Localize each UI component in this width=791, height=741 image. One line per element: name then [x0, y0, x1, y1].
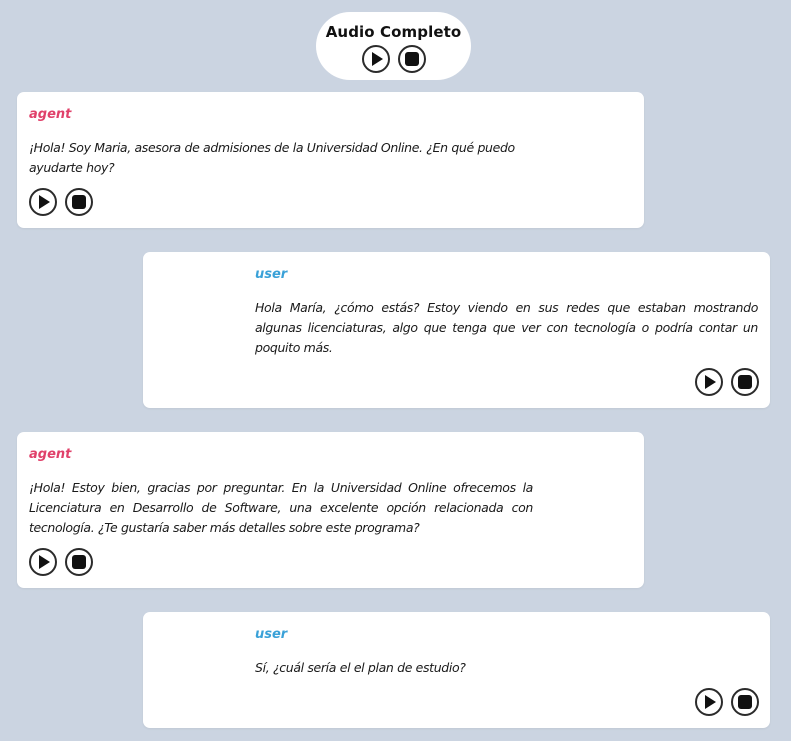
- message-play-button[interactable]: [695, 368, 723, 396]
- message-card-agent: agent ¡Hola! Soy Maria, asesora de admis…: [17, 92, 644, 228]
- message-play-button[interactable]: [695, 688, 723, 716]
- play-icon: [705, 695, 716, 709]
- message-play-button[interactable]: [29, 188, 57, 216]
- play-icon: [39, 555, 50, 569]
- message-text: Sí, ¿cuál sería el el plan de estudio?: [255, 660, 466, 675]
- message-card-agent: agent ¡Hola! Estoy bien, gracias por pre…: [17, 432, 644, 588]
- stop-icon: [738, 695, 752, 709]
- message-role-label: agent: [29, 107, 72, 122]
- message-role-label: agent: [29, 447, 72, 462]
- full-audio-panel: Audio Completo: [316, 12, 471, 80]
- full-audio-play-button[interactable]: [362, 45, 390, 73]
- full-audio-title: Audio Completo: [325, 23, 462, 41]
- message-audio-controls: [29, 188, 93, 216]
- message-card-user: user Sí, ¿cuál sería el el plan de estud…: [143, 612, 770, 728]
- play-icon: [705, 375, 716, 389]
- message-stop-button[interactable]: [731, 368, 759, 396]
- message-audio-controls: [29, 548, 93, 576]
- message-play-button[interactable]: [29, 548, 57, 576]
- full-audio-stop-button[interactable]: [398, 45, 426, 73]
- full-audio-controls: [362, 45, 426, 73]
- play-icon: [372, 52, 383, 66]
- message-audio-controls: [695, 688, 759, 716]
- message-role-label: user: [255, 627, 288, 642]
- message-card-user: user Hola María, ¿cómo estás? Estoy vien…: [143, 252, 770, 408]
- message-role-label: user: [255, 267, 288, 282]
- play-icon: [39, 195, 50, 209]
- message-stop-button[interactable]: [731, 688, 759, 716]
- message-text: Hola María, ¿cómo estás? Estoy viendo en…: [255, 300, 758, 355]
- stop-icon: [405, 52, 419, 66]
- stop-icon: [72, 195, 86, 209]
- message-audio-controls: [695, 368, 759, 396]
- message-text: ¡Hola! Soy Maria, asesora de admisiones …: [29, 140, 515, 175]
- stop-icon: [738, 375, 752, 389]
- message-stop-button[interactable]: [65, 188, 93, 216]
- stop-icon: [72, 555, 86, 569]
- message-text: ¡Hola! Estoy bien, gracias por preguntar…: [29, 480, 533, 535]
- message-stop-button[interactable]: [65, 548, 93, 576]
